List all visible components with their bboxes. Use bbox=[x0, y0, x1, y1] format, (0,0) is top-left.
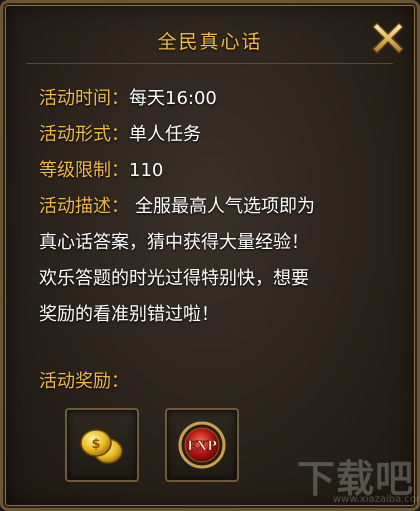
activity-dialog: 全民真心话 活动时间：每天16:00 活动形式：单人任务 等级限制：110 活动… bbox=[0, 0, 420, 511]
form-row: 活动形式：单人任务 bbox=[39, 117, 389, 153]
desc-row: 活动描述： 全服最高人气选项即为 bbox=[39, 189, 389, 225]
close-icon bbox=[371, 21, 405, 55]
watermark-url: www.xiazaiba.com bbox=[333, 494, 420, 505]
dialog-title: 全民真心话 bbox=[157, 31, 263, 53]
desc-line-3: 欢乐答题的时光过得特别快，想要 bbox=[39, 268, 309, 289]
desc-line-4: 奖励的看准别错过啦！ bbox=[39, 304, 219, 325]
exp-orb-icon: EXP bbox=[178, 421, 226, 469]
svg-text:$: $ bbox=[91, 437, 100, 452]
close-button[interactable] bbox=[367, 17, 409, 59]
gold-coins-icon: $ bbox=[80, 429, 123, 464]
time-label: 活动时间： bbox=[39, 88, 129, 109]
form-value: 单人任务 bbox=[129, 124, 201, 145]
reward-slot-exp[interactable]: EXP bbox=[165, 408, 239, 482]
desc-label: 活动描述： bbox=[39, 196, 129, 217]
level-label: 等级限制： bbox=[39, 160, 129, 181]
time-row: 活动时间：每天16:00 bbox=[39, 81, 389, 117]
title-bar: 全民真心话 bbox=[27, 17, 393, 64]
form-label: 活动形式： bbox=[39, 124, 129, 145]
desc-line-2: 真心话答案，猜中获得大量经验！ bbox=[39, 232, 309, 253]
reward-slot-gold[interactable]: $ bbox=[65, 408, 139, 482]
level-value: 110 bbox=[129, 160, 164, 181]
exp-text: EXP bbox=[187, 439, 217, 454]
reward-label: 活动奖励： bbox=[39, 371, 129, 392]
activity-info: 活动时间：每天16:00 活动形式：单人任务 等级限制：110 活动描述： 全服最… bbox=[39, 81, 389, 333]
level-row: 等级限制：110 bbox=[39, 153, 389, 189]
time-value: 每天16:00 bbox=[129, 88, 217, 109]
desc-line-1: 全服最高人气选项即为 bbox=[135, 196, 315, 217]
watermark: 下载吧 www.xiazaiba.com bbox=[285, 448, 420, 508]
